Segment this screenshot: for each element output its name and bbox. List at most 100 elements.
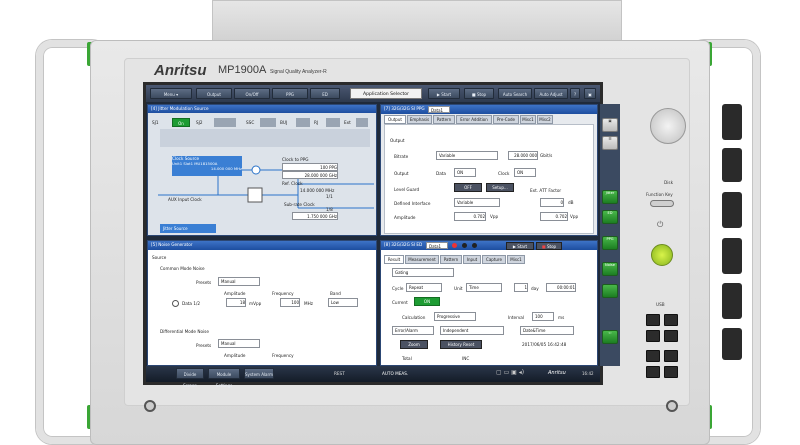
cycle-select[interactable]: Repeat [406, 283, 442, 292]
tab-pre-code[interactable]: Pre-Code [493, 115, 519, 124]
noise-amplitude-unit: mVpp [249, 301, 262, 306]
side-key-extra[interactable] [602, 284, 618, 298]
noise-panel-title: [5] Noise Generator [148, 241, 376, 250]
noise-amplitude-value[interactable]: 18 [226, 298, 246, 307]
calculation-select[interactable]: Progressive [434, 312, 476, 321]
current-toggle[interactable]: ON [414, 297, 440, 306]
rj-toggle[interactable] [326, 118, 340, 127]
power-button[interactable] [651, 244, 673, 266]
tab-pattern[interactable]: Pattern [433, 115, 455, 124]
amplitude-value[interactable]: 0.702 [454, 212, 486, 221]
buj-toggle[interactable] [296, 118, 310, 127]
interval-select[interactable]: 100 [532, 312, 554, 321]
tab-misc1[interactable]: Misc1 [507, 255, 525, 264]
ppg-value-1: 100 PPG [282, 163, 338, 171]
application-selector[interactable]: Application Selector [350, 88, 422, 99]
usb-port[interactable] [664, 366, 678, 378]
tab-output[interactable]: Output [384, 115, 406, 124]
side-slot [722, 238, 742, 274]
ed-stop-button[interactable]: ■ Stop [536, 242, 562, 250]
day-value[interactable]: 1 [514, 283, 528, 292]
usb-port[interactable] [646, 366, 660, 378]
start-button[interactable]: ▶ Start [428, 88, 460, 99]
tab-misc1[interactable]: Misc1 [520, 115, 536, 124]
jitter-panel-title: [4] Jitter Modulation Source [148, 105, 376, 113]
all-module-button[interactable]: On/Off [234, 88, 270, 99]
amplitude-value-2[interactable]: 0.702 [540, 212, 568, 221]
tab-error-addition[interactable]: Error Addition [456, 115, 492, 124]
zoom-button[interactable]: Zoom [400, 340, 428, 349]
ppg-button[interactable]: PPG [272, 88, 308, 99]
usb-port[interactable] [664, 350, 678, 362]
ed-data-select[interactable]: Data1 [426, 242, 448, 249]
error-alarm-select[interactable]: Error/Alarm [392, 326, 434, 335]
usb-port[interactable] [664, 314, 678, 326]
system-alarm-button[interactable]: System Alarm [244, 368, 274, 379]
bitrate-value[interactable]: 28.000 000 [508, 151, 538, 160]
setup-button[interactable]: Setup... [486, 183, 514, 192]
usb-port[interactable] [664, 330, 678, 342]
output-button[interactable]: Output [196, 88, 232, 99]
data-state-select[interactable]: ON [454, 168, 476, 177]
side-key-1[interactable]: ▣ [602, 118, 618, 132]
window-button[interactable]: ▣ [584, 88, 596, 99]
level-guard-toggle[interactable]: OFF [454, 183, 482, 192]
tab-measurement[interactable]: Measurement [405, 255, 439, 264]
output-label: Output [394, 171, 409, 176]
usb-port[interactable] [646, 330, 660, 342]
bitrate-mode-select[interactable]: Variable [436, 151, 498, 160]
data-radio[interactable] [172, 300, 179, 307]
divide-screen-button[interactable]: Divide Screen [176, 368, 204, 388]
tab-capture[interactable]: Capture [482, 255, 506, 264]
history-reset-button[interactable]: History Reset [440, 340, 482, 349]
sj1-label: SJ1 [152, 120, 159, 125]
function-key-button[interactable] [650, 200, 674, 207]
menu-button[interactable]: Menu ▾ [150, 88, 192, 99]
side-key-2[interactable]: ☰ [602, 136, 618, 150]
side-key-noise[interactable]: Noise [602, 262, 618, 276]
taskbar-clock: 16:42 [582, 371, 594, 376]
clock-state-select[interactable]: ON [514, 168, 536, 177]
tab-misc2[interactable]: Misc2 [537, 115, 553, 124]
usb-port[interactable] [646, 314, 660, 326]
tab-emphasis[interactable]: Emphasis [407, 115, 432, 124]
ed-start-button[interactable]: ▶ Start [506, 242, 534, 250]
ssc-label: SSC [246, 120, 255, 125]
model-name: MP1900A [218, 64, 267, 76]
defined-interface-select[interactable]: Variable [454, 198, 500, 207]
date-time-select[interactable]: Date&Time [520, 326, 574, 335]
chassis-top [212, 0, 622, 42]
clock-source-box[interactable]: Clock Source Unit1 Slot1 MU181500A 14.00… [172, 156, 242, 176]
jitter-source-tab[interactable]: Jitter Source [160, 224, 216, 233]
ppg-data-select[interactable]: Data1 [428, 106, 450, 113]
ssc-toggle[interactable] [260, 118, 276, 127]
auto-search-button[interactable]: Auto Search [498, 88, 532, 99]
ext-toggle[interactable] [356, 118, 368, 127]
rotary-knob[interactable] [650, 108, 686, 144]
tab-pattern[interactable]: Pattern [440, 255, 462, 264]
side-key-jitter[interactable]: Jitter [602, 190, 618, 204]
exit-icon[interactable]: ⇦ [602, 330, 618, 344]
tab-result[interactable]: Result [384, 255, 404, 264]
sj1-toggle[interactable]: On [172, 118, 190, 127]
time-value[interactable]: 00:00:01 [546, 283, 576, 292]
unit-select[interactable]: Time [466, 283, 502, 292]
independent-select[interactable]: Independent [440, 326, 504, 335]
noise-band-select[interactable]: Low [328, 298, 358, 307]
ext-att-value[interactable]: 0 [540, 198, 564, 207]
ed-button[interactable]: ED [310, 88, 340, 99]
module-settings-button[interactable]: Module Settings [208, 368, 240, 388]
usb-port[interactable] [646, 350, 660, 362]
noise-frequency-value[interactable]: 100 [280, 298, 300, 307]
auto-adjust-button[interactable]: Auto Adjust [534, 88, 568, 99]
sj2-toggle[interactable] [214, 118, 236, 127]
presets-select[interactable]: Manual [218, 277, 260, 286]
help-button[interactable]: ? [570, 88, 580, 99]
side-key-ppg[interactable]: PPG [602, 236, 618, 250]
ppg-tabs: Output Emphasis Pattern Error Addition P… [382, 115, 596, 124]
presets-select-2[interactable]: Manual [218, 339, 260, 348]
side-key-ed[interactable]: ED [602, 210, 618, 224]
gating-select[interactable]: Gating [392, 268, 454, 277]
tab-input[interactable]: Input [463, 255, 481, 264]
stop-button[interactable]: ■ Stop [464, 88, 494, 99]
